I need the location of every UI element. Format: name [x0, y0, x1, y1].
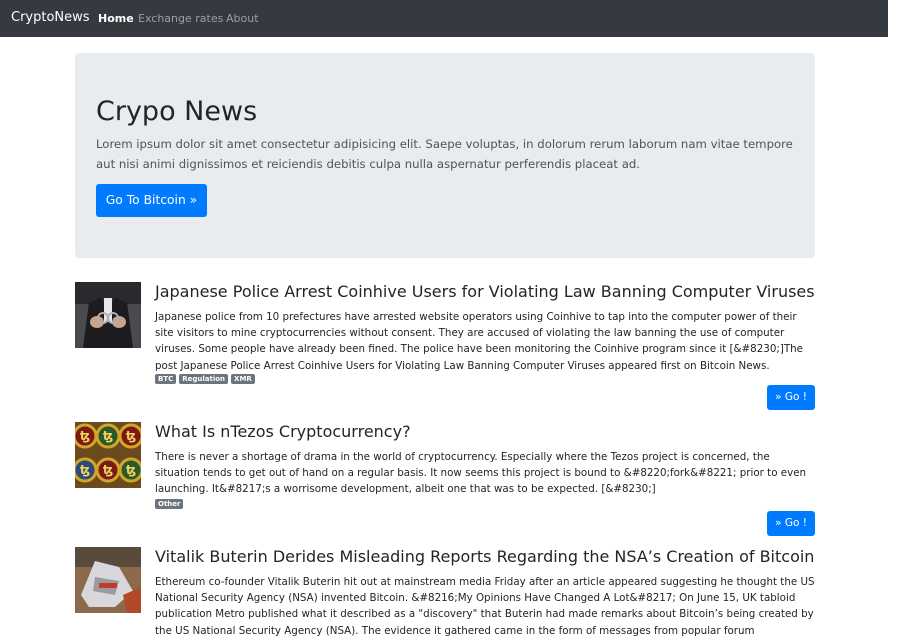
nav-link-exchange-rates[interactable]: Exchange rates — [138, 12, 223, 25]
jumbotron-lead: Lorem ipsum dolor sit amet consectetur a… — [96, 137, 793, 171]
svg-text:ꜩ: ꜩ — [126, 429, 136, 443]
svg-text:ꜩ: ꜩ — [103, 463, 113, 477]
article-title[interactable]: Vitalik Buterin Derides Misleading Repor… — [155, 547, 814, 566]
svg-text:ꜩ: ꜩ — [80, 463, 90, 477]
navbar: CryptoNews Home Exchange rates About — [0, 0, 888, 37]
article-title[interactable]: Japanese Police Arrest Coinhive Users fo… — [155, 282, 815, 301]
nav-link-home[interactable]: Home — [98, 12, 134, 25]
article-tags: BTC Regulation XMR — [155, 374, 255, 384]
tag-badge: BTC — [155, 374, 177, 384]
svg-text:ꜩ: ꜩ — [103, 429, 113, 443]
article-item: ꜩꜩꜩ ꜩꜩꜩ What Is nTezos Cryptocurrency? T… — [75, 422, 815, 537]
jumbotron: Crypo News Lorem ipsum dolor sit amet co… — [75, 53, 815, 258]
article-thumbnail[interactable]: ꜩꜩꜩ ꜩꜩꜩ — [75, 422, 141, 488]
nav-link-about[interactable]: About — [226, 12, 259, 25]
page-title: Crypo News — [96, 96, 258, 127]
article-item: Vitalik Buterin Derides Misleading Repor… — [75, 547, 815, 639]
article-summary: Japanese police from 10 prefectures have… — [155, 311, 804, 372]
go-button[interactable]: » Go ! — [767, 511, 815, 536]
tag-badge: XMR — [231, 374, 255, 384]
go-button[interactable]: » Go ! — [767, 385, 815, 410]
article-item: Japanese Police Arrest Coinhive Users fo… — [75, 282, 815, 412]
tag-badge: Other — [155, 499, 184, 509]
navbar-brand[interactable]: CryptoNews — [11, 10, 90, 25]
tag-badge: Regulation — [179, 374, 229, 384]
article-summary: Ethereum co-founder Vitalik Buterin hit … — [155, 576, 815, 637]
article-thumbnail[interactable] — [75, 547, 141, 613]
svg-text:ꜩ: ꜩ — [80, 429, 90, 443]
article-tags: Other — [155, 499, 184, 509]
article-title[interactable]: What Is nTezos Cryptocurrency? — [155, 422, 411, 441]
go-to-bitcoin-button[interactable]: Go To Bitcoin » — [96, 184, 207, 217]
article-thumbnail[interactable] — [75, 282, 141, 348]
article-summary: There is never a shortage of drama in th… — [155, 451, 807, 496]
svg-text:ꜩ: ꜩ — [126, 463, 136, 477]
